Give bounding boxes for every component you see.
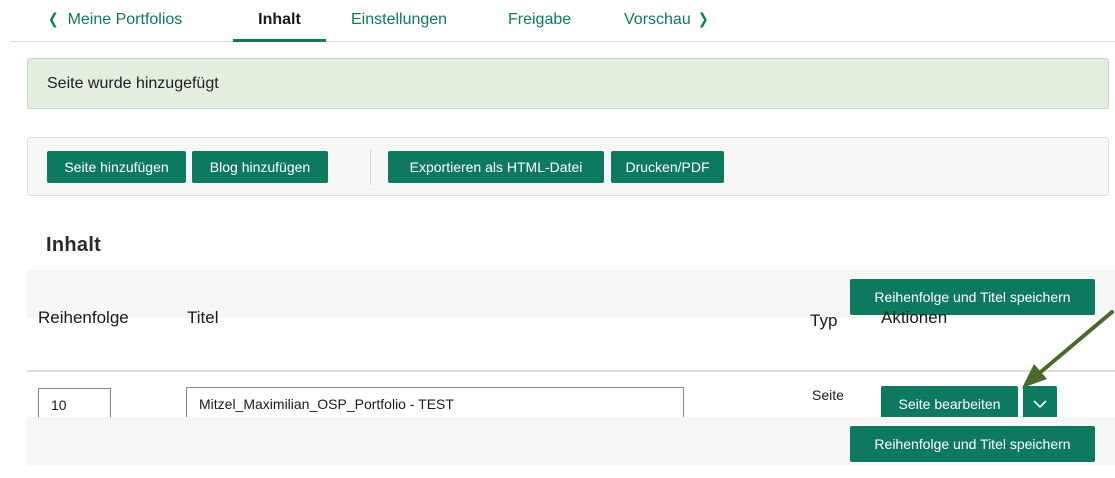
column-header-title: Titel	[187, 308, 219, 327]
add-blog-button[interactable]: Blog hinzufügen	[192, 151, 328, 183]
section-title: Inhalt	[46, 234, 102, 256]
tab-my-portfolios-label: Meine Portfolios	[67, 11, 183, 28]
export-html-button[interactable]: Exportieren als HTML-Datei	[388, 151, 604, 183]
success-notice: Seite wurde hinzugefügt	[27, 58, 1109, 109]
table-header-divider	[27, 370, 1115, 372]
tab-my-portfolios[interactable]: ❮ Meine Portfolios	[47, 0, 182, 42]
save-order-button-bottom[interactable]: Reihenfolge und Titel speichern	[850, 426, 1095, 462]
toolbar: Seite hinzufügen Blog hinzufügen Exporti…	[27, 137, 1109, 196]
column-header-actions: Aktionen	[881, 308, 948, 327]
chevron-right-icon: ❯	[697, 11, 709, 28]
add-page-button[interactable]: Seite hinzufügen	[47, 151, 186, 183]
chevron-left-icon: ❮	[47, 11, 59, 28]
tab-share[interactable]: Freigabe	[508, 0, 571, 42]
tab-content[interactable]: Inhalt	[233, 0, 326, 42]
tab-preview[interactable]: Vorschau ❯	[624, 0, 709, 42]
column-header-order: Reihenfolge	[38, 308, 129, 327]
print-pdf-button[interactable]: Drucken/PDF	[611, 151, 724, 183]
column-header-type: Typ	[810, 311, 838, 330]
chevron-down-icon	[1033, 400, 1047, 409]
tab-settings[interactable]: Einstellungen	[351, 0, 447, 42]
portfolio-tabs: ❮ Meine Portfolios Inhalt Einstellungen F…	[10, 0, 1115, 42]
title-input[interactable]	[186, 387, 684, 420]
toolbar-divider	[370, 149, 371, 185]
save-bar-bottom: Reihenfolge und Titel speichern	[27, 417, 1115, 465]
tab-preview-label: Vorschau	[624, 11, 691, 28]
type-cell: Seite	[812, 387, 844, 403]
